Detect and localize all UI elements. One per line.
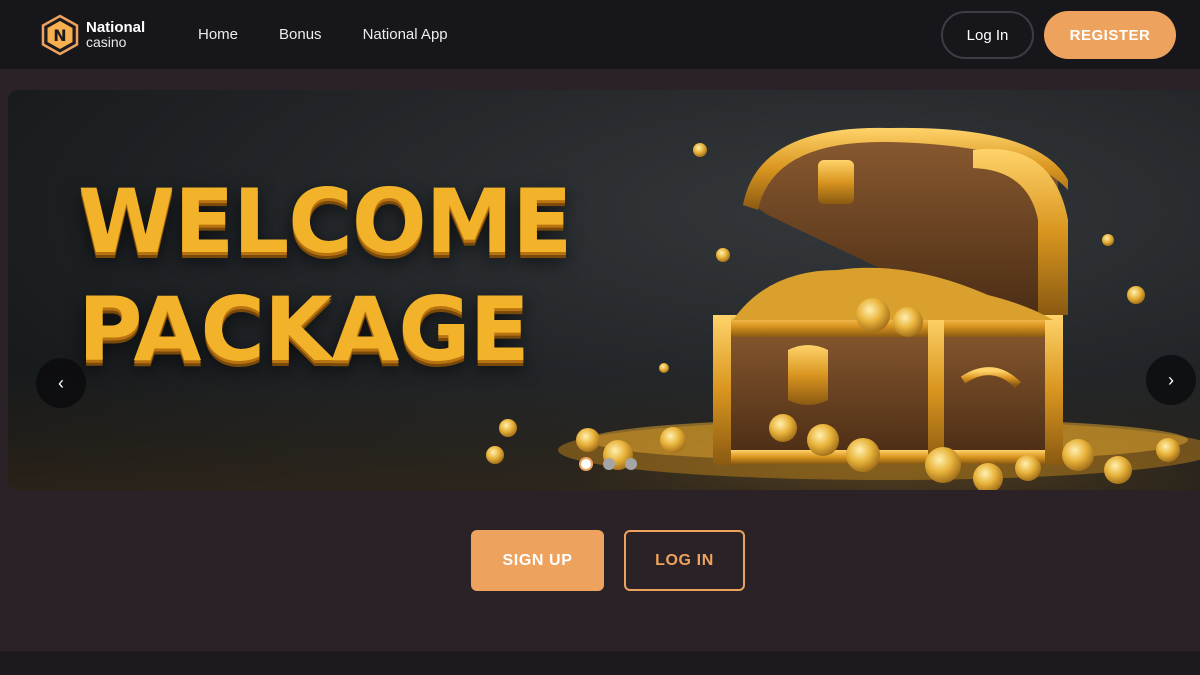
carousel-prev-button[interactable]: ‹ (36, 358, 86, 408)
top-header: N National casino Home Bonus National Ap… (0, 0, 1200, 69)
brand-logo[interactable]: N National casino (40, 14, 145, 56)
logo-hexagon-icon: N (41, 14, 79, 56)
carousel-next-button[interactable]: › (1146, 355, 1196, 405)
header-login-button[interactable]: Log In (941, 11, 1034, 59)
signup-button[interactable]: SIGN UP (471, 530, 604, 591)
carousel-dot-1[interactable] (579, 457, 593, 471)
nav-item-national-app[interactable]: National App (363, 26, 448, 43)
logo-wordmark: National casino (86, 20, 145, 50)
nav-item-home[interactable]: Home (198, 26, 238, 43)
main-nav: Home Bonus National App (198, 0, 489, 69)
chevron-right-icon: › (1168, 369, 1174, 390)
carousel-dot-2[interactable] (603, 458, 615, 470)
header-register-button[interactable]: REGISTER (1044, 11, 1176, 59)
treasure-chest-image (486, 127, 1200, 490)
nav-item-bonus[interactable]: Bonus (279, 26, 322, 43)
footer-strip (0, 651, 1200, 675)
login-button[interactable]: LOG IN (624, 530, 745, 591)
logo-name-line2: casino (86, 34, 127, 50)
carousel-dot-3[interactable] (625, 458, 637, 470)
chevron-left-icon: ‹ (58, 372, 64, 393)
logo-letter: N (53, 26, 66, 45)
logo-name-line1: National (86, 19, 146, 36)
carousel-indicators (579, 457, 647, 471)
hero-banner: WELCOME PACKAGE ‹ › (8, 90, 1200, 490)
